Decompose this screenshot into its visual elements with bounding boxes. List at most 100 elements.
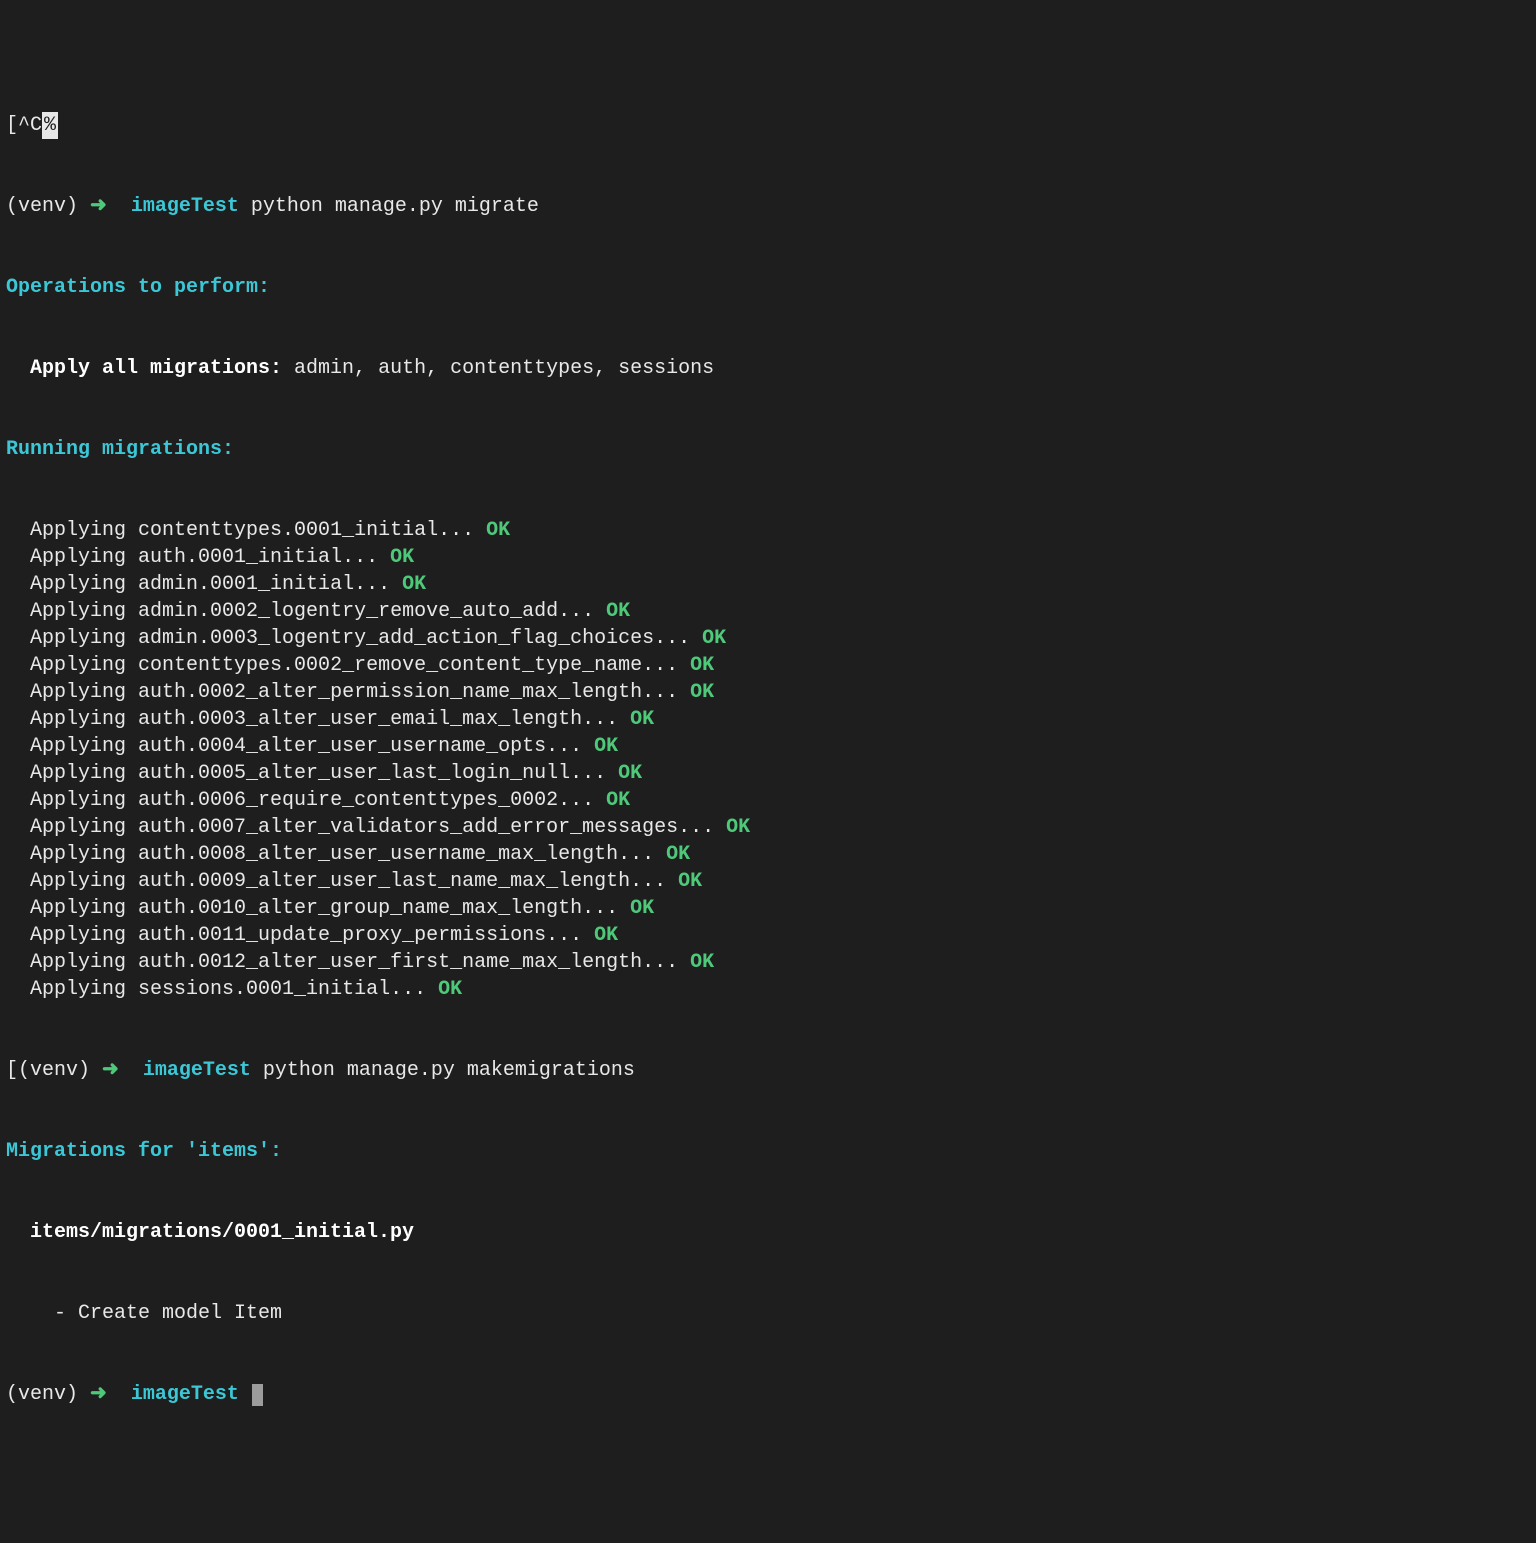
ok-label: OK: [390, 546, 414, 569]
migration-name: auth.0004_alter_user_username_opts: [138, 735, 546, 758]
apply-prefix: Applying: [30, 843, 138, 866]
ok-label: OK: [702, 627, 726, 650]
ok-label: OK: [690, 951, 714, 974]
prompt-line-migrate[interactable]: (venv) ➜ imageTest python manage.py migr…: [6, 193, 1530, 220]
apply-prefix: Applying: [30, 816, 138, 839]
apply-prefix: Applying: [30, 519, 138, 542]
migration-line: Applying sessions.0001_initial... OK: [6, 976, 1530, 1003]
dots: ...: [390, 978, 438, 1001]
migration-file-line: items/migrations/0001_initial.py: [6, 1219, 1530, 1246]
dots: ...: [618, 843, 666, 866]
migration-name: admin.0003_logentry_add_action_flag_choi…: [138, 627, 654, 650]
terminal-interrupt-line: [^C%: [6, 112, 1530, 139]
migration-line: Applying auth.0005_alter_user_last_login…: [6, 760, 1530, 787]
command-migrate: python manage.py migrate: [251, 195, 539, 218]
migration-name: contenttypes.0002_remove_content_type_na…: [138, 654, 642, 677]
migration-line: Applying auth.0011_update_proxy_permissi…: [6, 922, 1530, 949]
apply-prefix: Applying: [30, 600, 138, 623]
migration-name: sessions.0001_initial: [138, 978, 390, 1001]
prompt-line-empty[interactable]: (venv) ➜ imageTest: [6, 1381, 1530, 1408]
ok-label: OK: [438, 978, 462, 1001]
dots: ...: [558, 789, 606, 812]
apply-prefix: Applying: [30, 573, 138, 596]
apply-prefix: Applying: [30, 735, 138, 758]
dots: ...: [546, 924, 594, 947]
migration-line: Applying auth.0009_alter_user_last_name_…: [6, 868, 1530, 895]
migration-line: Applying auth.0012_alter_user_first_name…: [6, 949, 1530, 976]
migration-line: Applying contenttypes.0002_remove_conten…: [6, 652, 1530, 679]
dots: ...: [654, 627, 702, 650]
migration-line: Applying auth.0007_alter_validators_add_…: [6, 814, 1530, 841]
running-header: Running migrations:: [6, 436, 1530, 463]
dots: ...: [678, 816, 726, 839]
dots: ...: [546, 735, 594, 758]
prompt-line-makemigrations[interactable]: [(venv) ➜ imageTest python manage.py mak…: [6, 1057, 1530, 1084]
dots: ...: [642, 654, 690, 677]
ok-label: OK: [690, 654, 714, 677]
venv-label: (venv): [6, 1383, 78, 1406]
dots: ...: [558, 600, 606, 623]
ok-label: OK: [630, 897, 654, 920]
dots: ...: [582, 708, 630, 731]
ok-label: OK: [690, 681, 714, 704]
migration-line: Applying auth.0008_alter_user_username_m…: [6, 841, 1530, 868]
cwd-label: imageTest: [131, 1383, 239, 1406]
cwd-label: imageTest: [143, 1059, 251, 1082]
ok-label: OK: [630, 708, 654, 731]
apply-prefix: Applying: [30, 870, 138, 893]
migration-line: Applying contenttypes.0001_initial... OK: [6, 517, 1530, 544]
apply-prefix: Applying: [30, 681, 138, 704]
dots: ...: [630, 870, 678, 893]
dots: ...: [354, 573, 402, 596]
venv-label: (venv): [18, 1059, 90, 1082]
ok-label: OK: [594, 924, 618, 947]
migration-name: admin.0001_initial: [138, 573, 354, 596]
migration-name: auth.0006_require_contenttypes_0002: [138, 789, 558, 812]
apply-prefix: Applying: [30, 762, 138, 785]
apply-prefix: Applying: [30, 627, 138, 650]
apply-prefix: Applying: [30, 924, 138, 947]
dots: ...: [582, 897, 630, 920]
command-makemigrations: python manage.py makemigrations: [263, 1059, 635, 1082]
arrow-icon: ➜: [90, 195, 107, 218]
ok-label: OK: [678, 870, 702, 893]
migration-name: auth.0010_alter_group_name_max_length: [138, 897, 582, 920]
migration-line: Applying auth.0010_alter_group_name_max_…: [6, 895, 1530, 922]
migration-name: auth.0007_alter_validators_add_error_mes…: [138, 816, 678, 839]
dots: ...: [570, 762, 618, 785]
migration-name: auth.0005_alter_user_last_login_null: [138, 762, 570, 785]
ok-label: OK: [666, 843, 690, 866]
arrow-icon: ➜: [102, 1059, 119, 1082]
migration-line: Applying auth.0001_initial... OK: [6, 544, 1530, 571]
apply-prefix: Applying: [30, 951, 138, 974]
apply-prefix: Applying: [30, 897, 138, 920]
dots: ...: [642, 951, 690, 974]
migration-name: auth.0008_alter_user_username_max_length: [138, 843, 618, 866]
migration-name: auth.0009_alter_user_last_name_max_lengt…: [138, 870, 630, 893]
migration-line: Applying admin.0003_logentry_add_action_…: [6, 625, 1530, 652]
create-model-line: - Create model Item: [6, 1300, 1530, 1327]
ok-label: OK: [594, 735, 618, 758]
migration-name: auth.0002_alter_permission_name_max_leng…: [138, 681, 642, 704]
migration-name: admin.0002_logentry_remove_auto_add: [138, 600, 558, 623]
migration-line: Applying auth.0004_alter_user_username_o…: [6, 733, 1530, 760]
dots: ...: [438, 519, 486, 542]
venv-label: (venv): [6, 195, 78, 218]
ok-label: OK: [606, 789, 630, 812]
dots: ...: [642, 681, 690, 704]
apply-all-line: Apply all migrations: admin, auth, conte…: [6, 355, 1530, 382]
migration-line: Applying admin.0001_initial... OK: [6, 571, 1530, 598]
ok-label: OK: [726, 816, 750, 839]
arrow-icon: ➜: [90, 1383, 107, 1406]
migration-name: auth.0012_alter_user_first_name_max_leng…: [138, 951, 642, 974]
migration-name: auth.0003_alter_user_email_max_length: [138, 708, 582, 731]
dots: ...: [342, 546, 390, 569]
apply-prefix: Applying: [30, 708, 138, 731]
ok-label: OK: [606, 600, 630, 623]
migration-name: contenttypes.0001_initial: [138, 519, 438, 542]
operations-header: Operations to perform:: [6, 274, 1530, 301]
ok-label: OK: [486, 519, 510, 542]
ok-label: OK: [618, 762, 642, 785]
migrations-for-header: Migrations for 'items':: [6, 1138, 1530, 1165]
cwd-label: imageTest: [131, 195, 239, 218]
